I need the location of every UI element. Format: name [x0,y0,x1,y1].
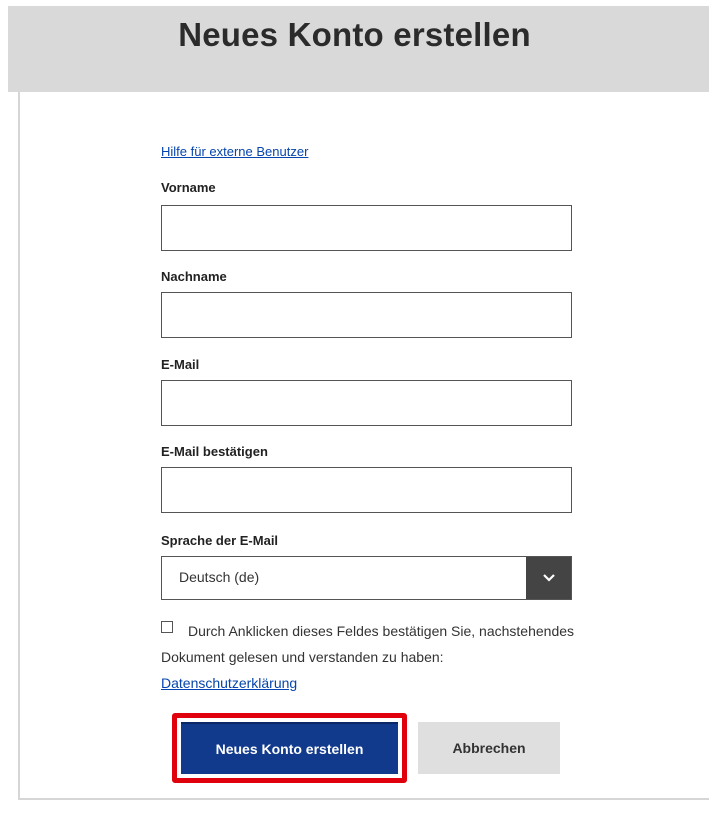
page-title: Neues Konto erstellen [178,16,531,53]
consent-statement: Durch Anklicken dieses Feldes bestätigen… [161,623,575,665]
email-language-value: Deutsch (de) [179,569,260,585]
first-name-label: Vorname [161,180,216,195]
email-language-label: Sprache der E-Mail [161,533,279,548]
email-language-select[interactable]: Deutsch (de) [161,556,572,600]
last-name-label: Nachname [161,269,227,284]
create-account-button[interactable]: Neues Konto erstellen [181,722,398,774]
last-name-input[interactable] [161,292,572,338]
cancel-button[interactable]: Abbrechen [418,722,560,774]
first-name-input[interactable] [161,205,572,251]
email-input[interactable] [161,380,572,426]
email-confirm-input[interactable] [161,467,572,513]
chevron-down-icon[interactable] [526,557,571,599]
consent-text: Durch Anklicken dieses Feldes bestätigen… [161,618,581,696]
privacy-policy-link[interactable]: Datenschutzerklärung [161,675,297,691]
email-label: E-Mail [161,357,200,372]
help-link[interactable]: Hilfe für externe Benutzer [161,144,308,159]
email-confirm-label: E-Mail bestätigen [161,444,268,459]
